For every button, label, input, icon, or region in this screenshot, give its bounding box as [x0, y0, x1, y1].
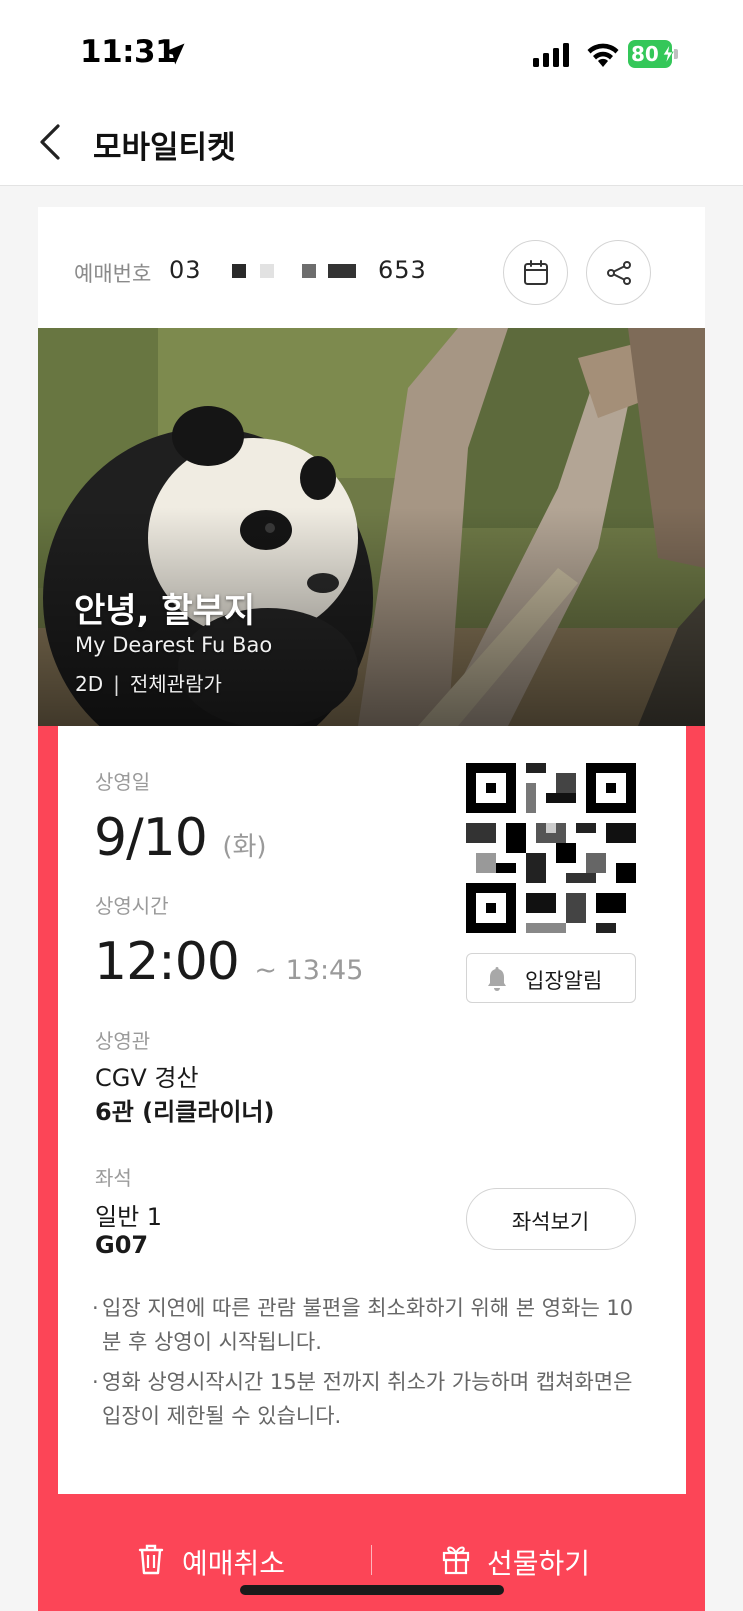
- theater-label: 상영관: [95, 1029, 151, 1053]
- add-calendar-button[interactable]: [503, 240, 568, 305]
- calendar-icon: [524, 260, 548, 285]
- reservation-label: 예매번호: [74, 262, 152, 286]
- notice-text: 입장 지연에 따른 관람 불편을 최소화하기 위해 본 영화는 10분 후 상영…: [102, 1296, 634, 1354]
- notice-bullet: ·: [92, 1296, 99, 1320]
- home-indicator: [240, 1585, 504, 1595]
- gift-icon: [442, 1546, 470, 1575]
- movie-format: 2D: [75, 672, 104, 696]
- seat-label: 좌석: [95, 1166, 132, 1190]
- battery-charging-icon: 80: [628, 40, 682, 68]
- screening-date: 9/10 (화): [94, 808, 267, 868]
- trash-icon: [138, 1544, 164, 1575]
- share-icon: [607, 261, 631, 285]
- theater-hall: 6관 (리클라이너): [95, 1098, 275, 1126]
- reservation-number-prefix: 03: [169, 256, 202, 284]
- bell-icon: [488, 967, 506, 991]
- movie-title: 안녕, 할부지: [74, 591, 256, 631]
- end-time: ~ 13:45: [254, 955, 364, 986]
- notice-item: · 영화 상영시작시간 15분 전까지 취소가 가능하며 캡쳐화면은 입장이 제…: [92, 1365, 652, 1433]
- date-label: 상영일: [95, 770, 151, 794]
- view-seats-label: 좌석보기: [511, 1210, 590, 1234]
- action-divider: [371, 1545, 372, 1575]
- screening-time: 12:00 ~ 13:45: [94, 932, 363, 992]
- movie-rating: 전체관람가: [129, 672, 222, 696]
- entry-qr-code: [466, 763, 636, 933]
- wifi-icon: [587, 43, 619, 67]
- chevron-left-icon[interactable]: [34, 120, 74, 164]
- cellular-signal-icon: [533, 43, 569, 67]
- notice-item: · 입장 지연에 따른 관람 불편을 최소화하기 위해 본 영화는 10분 후 …: [92, 1291, 652, 1359]
- start-time: 12:00: [94, 932, 240, 992]
- reservation-number-suffix: 653: [378, 256, 427, 284]
- panda-poster-image: [38, 328, 705, 726]
- ticket-info-panel: 상영일 9/10 (화) 상영시간 12:00 ~ 13:45 입장알림 상영관…: [58, 726, 686, 1494]
- status-bar: 11:31 80: [0, 0, 743, 100]
- gift-label: 선물하기: [487, 1547, 591, 1580]
- theater-name: CGV 경산: [95, 1064, 199, 1092]
- entry-alarm-label: 입장알림: [525, 969, 603, 993]
- seat-number: G07: [95, 1231, 149, 1259]
- notice-text: 영화 상영시작시간 15분 전까지 취소가 가능하며 캡쳐화면은 입장이 제한될…: [102, 1370, 633, 1428]
- mobile-ticket-card: 예매번호 03 653 안녕, 할부지 My Dearest Fu Bao 2D…: [38, 207, 705, 1611]
- movie-poster: 안녕, 할부지 My Dearest Fu Bao 2D | 전체관람가: [38, 328, 705, 726]
- reservation-bar: 예매번호 03 653: [38, 207, 705, 328]
- share-button[interactable]: [586, 240, 651, 305]
- seat-type: 일반 1: [95, 1203, 163, 1231]
- movie-meta: 2D | 전체관람가: [75, 668, 222, 697]
- view-seats-button[interactable]: 좌석보기: [466, 1188, 636, 1250]
- movie-english-title: My Dearest Fu Bao: [75, 633, 273, 657]
- entry-alarm-button[interactable]: 입장알림: [466, 953, 636, 1003]
- page-title: 모바일티켓: [93, 130, 236, 166]
- app-header: 모바일티켓: [0, 100, 743, 186]
- cancel-reservation-label: 예매취소: [182, 1547, 286, 1580]
- location-arrow-icon: [163, 43, 185, 65]
- time-label: 상영시간: [95, 894, 169, 918]
- notice-bullet: ·: [92, 1370, 99, 1394]
- battery-percent: 80: [631, 42, 659, 66]
- date-day: (화): [222, 832, 267, 862]
- meta-separator: |: [113, 672, 120, 696]
- date-value: 9/10: [94, 808, 208, 868]
